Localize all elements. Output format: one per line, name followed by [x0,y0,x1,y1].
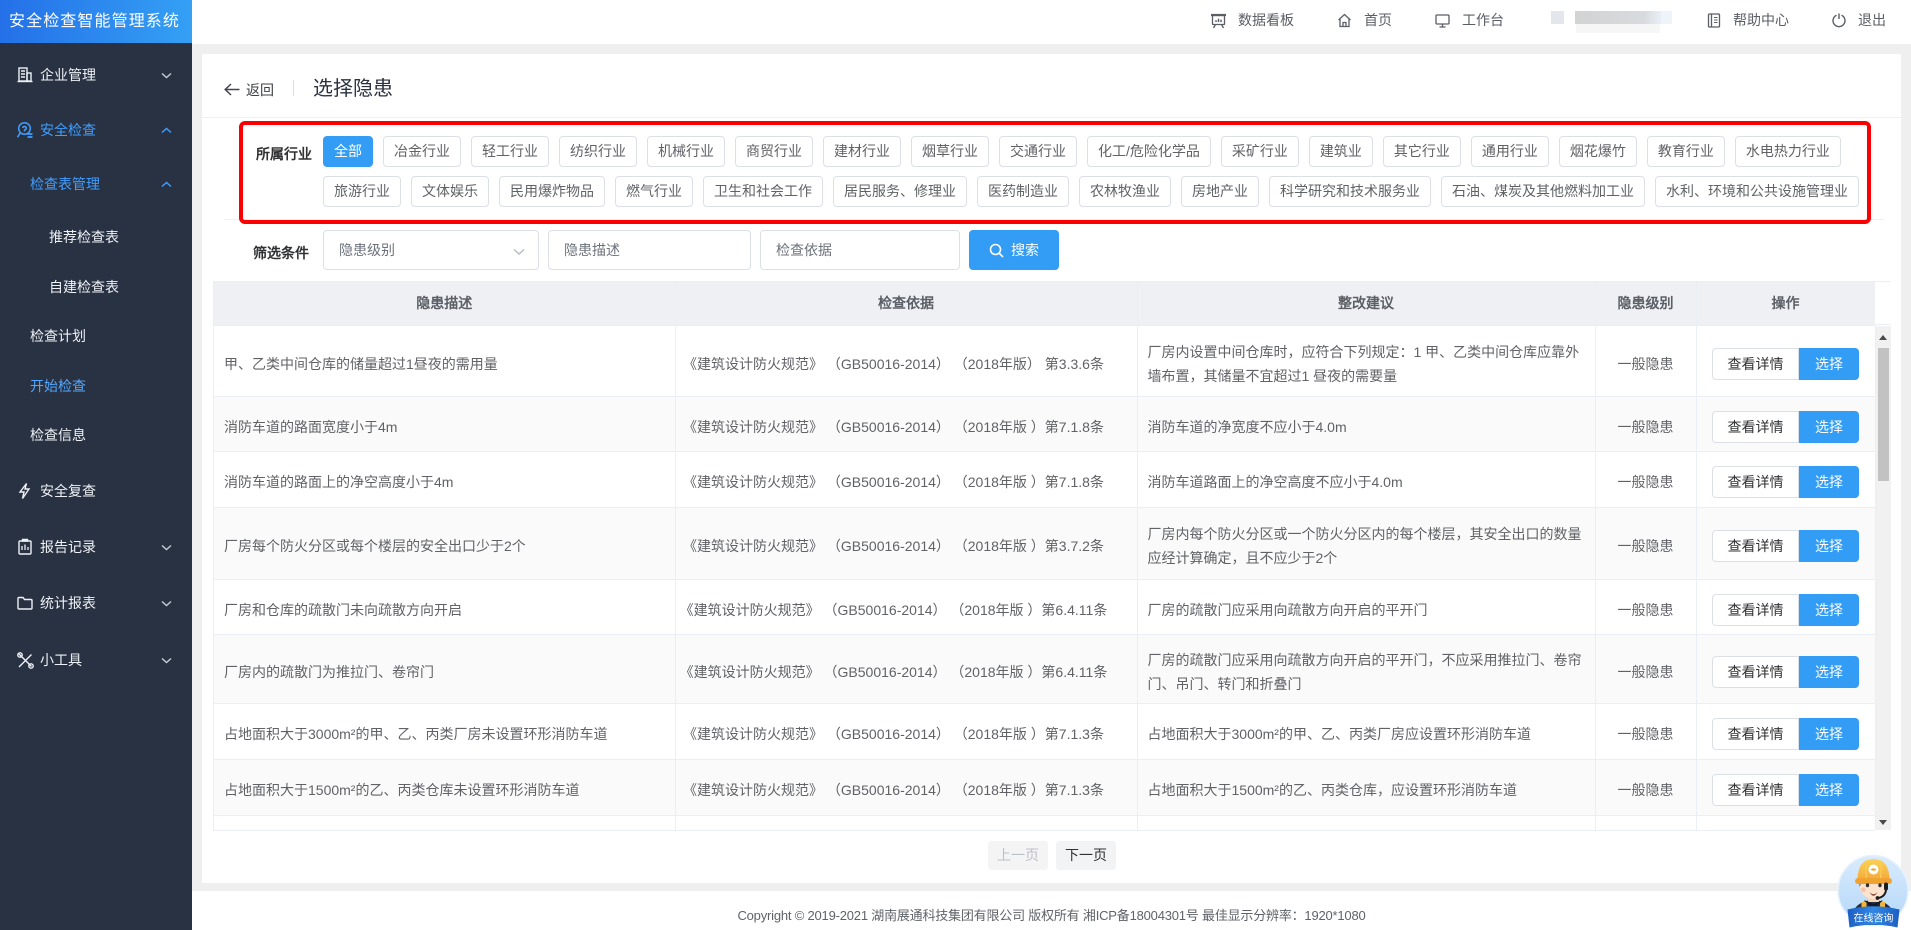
svg-text:在线咨询: 在线咨询 [1854,912,1894,925]
